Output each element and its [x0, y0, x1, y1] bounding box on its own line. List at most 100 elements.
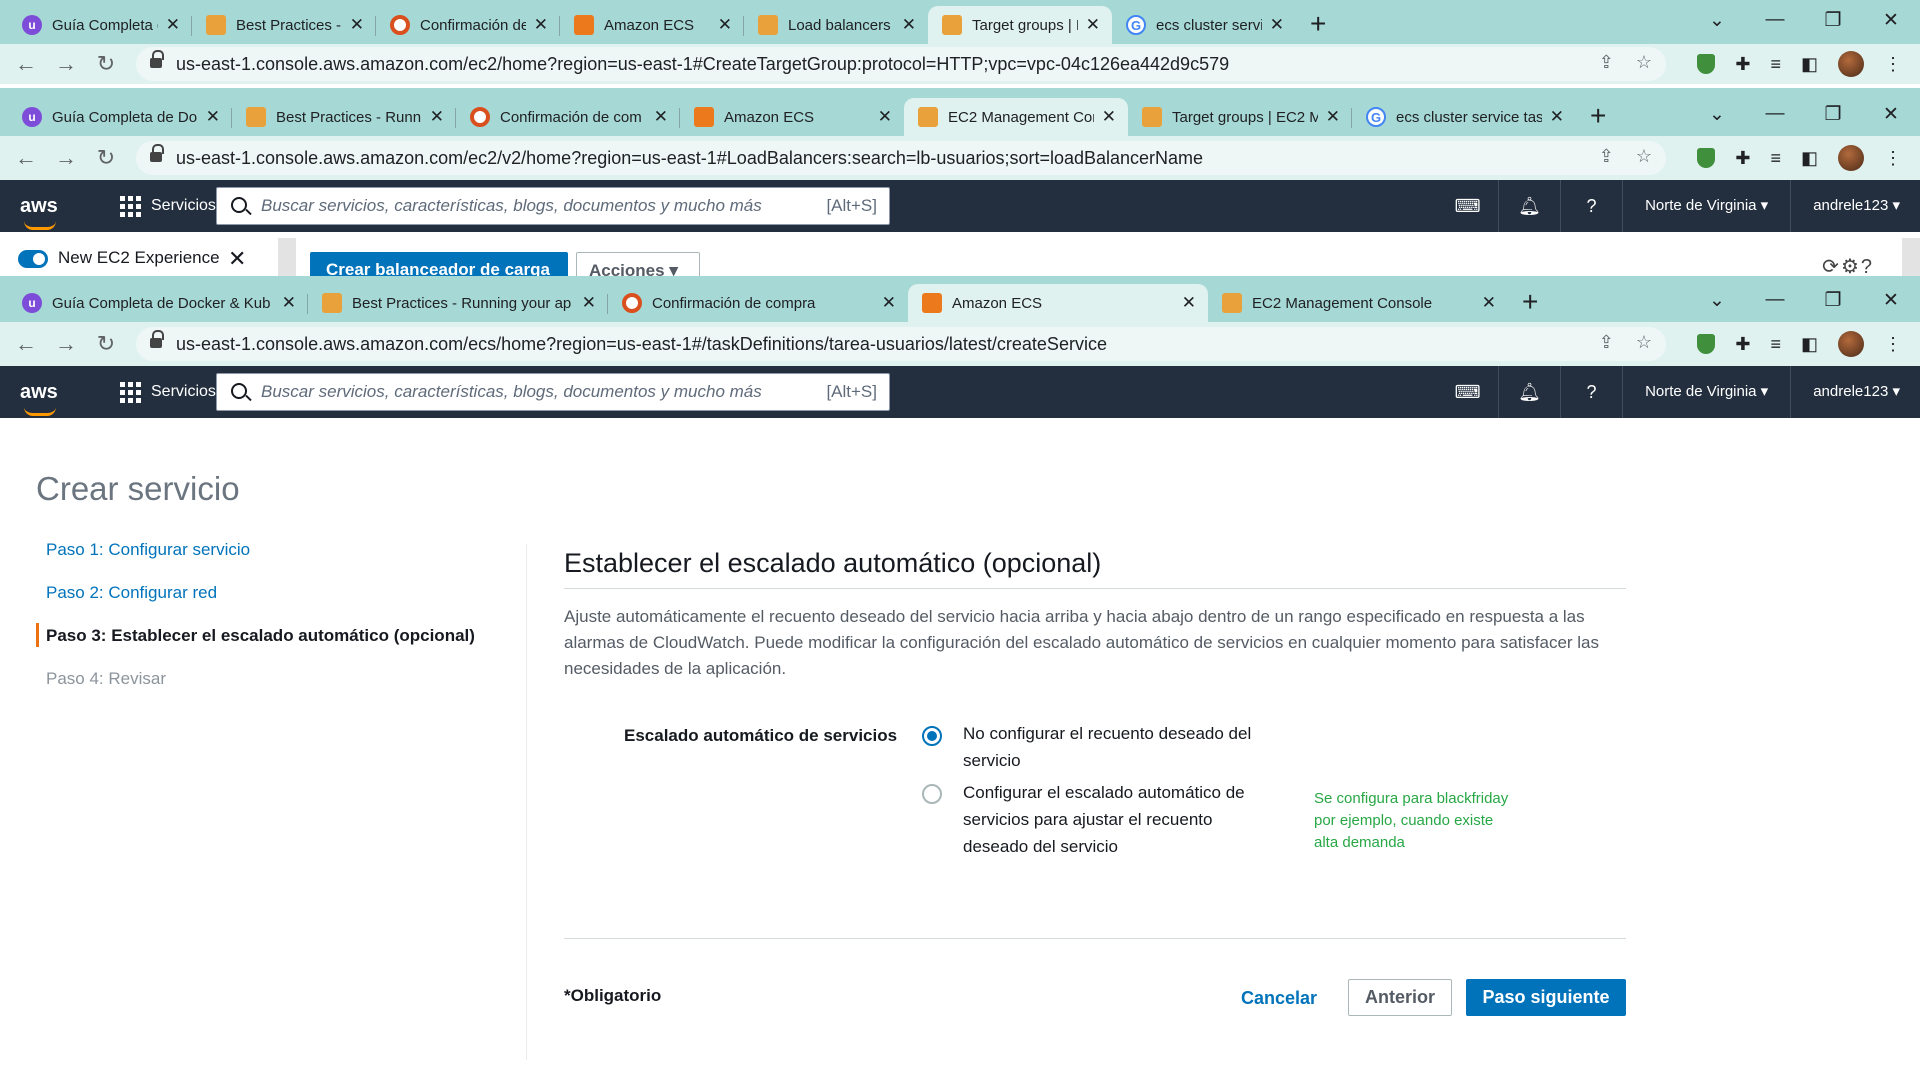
- back-icon[interactable]: ←: [6, 51, 46, 77]
- services-menu[interactable]: Servicios: [120, 381, 216, 403]
- menu-icon[interactable]: ⋮: [1884, 148, 1902, 169]
- shield-extension-icon[interactable]: [1697, 148, 1716, 168]
- new-tab-icon[interactable]: +: [1310, 8, 1326, 40]
- tab[interactable]: Best Practices - Runni ✕: [192, 6, 376, 44]
- profile-avatar[interactable]: [1838, 51, 1864, 77]
- close-icon[interactable]: ✕: [228, 246, 246, 272]
- close-icon[interactable]: ✕: [206, 107, 220, 127]
- side-panel-icon[interactable]: ◧: [1801, 334, 1818, 355]
- menu-icon[interactable]: ⋮: [1884, 54, 1902, 75]
- tab[interactable]: Gecs cluster service tas ✕: [1112, 6, 1296, 44]
- reload-icon[interactable]: ↻: [86, 51, 126, 77]
- close-icon[interactable]: ✕: [1550, 107, 1564, 127]
- tab[interactable]: EC2 Management Console ✕: [1208, 284, 1508, 322]
- new-tab-icon[interactable]: +: [1590, 100, 1606, 132]
- close-window-icon[interactable]: ✕: [1862, 9, 1920, 32]
- close-icon[interactable]: ✕: [430, 107, 444, 127]
- side-panel-icon[interactable]: ◧: [1801, 148, 1818, 169]
- close-icon[interactable]: ✕: [878, 107, 892, 127]
- tab[interactable]: Gecs cluster service tas ✕: [1352, 98, 1576, 136]
- puzzle-icon[interactable]: ✚: [1735, 54, 1750, 75]
- share-icon[interactable]: ⇪: [1599, 146, 1614, 167]
- profile-avatar[interactable]: [1838, 145, 1864, 171]
- cloudshell-icon[interactable]: ⌨: [1437, 180, 1500, 232]
- share-icon[interactable]: ⇪: [1599, 332, 1614, 353]
- tab[interactable]: u Guía Completa de Do ✕: [8, 98, 232, 136]
- profile-avatar[interactable]: [1838, 331, 1864, 357]
- url-bar[interactable]: us-east-1.console.aws.amazon.com/ec2/v2/…: [136, 141, 1666, 175]
- restore-icon[interactable]: ❐: [1804, 9, 1862, 32]
- aws-logo[interactable]: aws: [20, 381, 66, 416]
- option-label[interactable]: No configurar el recuento deseado del se…: [963, 720, 1283, 774]
- close-window-icon[interactable]: ✕: [1862, 103, 1920, 126]
- minimize-icon[interactable]: —: [1746, 103, 1804, 125]
- refresh-icon[interactable]: ⟳: [1822, 256, 1841, 278]
- menu-icon[interactable]: ⋮: [1884, 334, 1902, 355]
- tab[interactable]: Amazon ECS ✕: [680, 98, 904, 136]
- tab[interactable]: Amazon ECS ✕: [560, 6, 744, 44]
- tab-search-icon[interactable]: ⌄: [1688, 103, 1746, 126]
- url-bar[interactable]: us-east-1.console.aws.amazon.com/ec2/hom…: [136, 47, 1666, 81]
- close-icon[interactable]: ✕: [1102, 107, 1116, 127]
- share-icon[interactable]: ⇪: [1599, 52, 1614, 73]
- tab[interactable]: u Guía Completa de Do ✕: [8, 6, 192, 44]
- new-tab-icon[interactable]: +: [1522, 286, 1538, 318]
- help-icon[interactable]: ?: [1861, 256, 1874, 278]
- forward-icon[interactable]: →: [46, 145, 86, 171]
- close-icon[interactable]: ✕: [1086, 15, 1100, 35]
- services-menu[interactable]: Servicios: [120, 195, 216, 217]
- bell-icon[interactable]: 🔔︎: [1499, 180, 1562, 232]
- restore-icon[interactable]: ❐: [1804, 103, 1862, 126]
- back-icon[interactable]: ←: [6, 331, 46, 357]
- help-icon[interactable]: ?: [1561, 366, 1624, 418]
- close-icon[interactable]: ✕: [1182, 293, 1196, 313]
- tab[interactable]: Target groups | EC2 M ✕: [1128, 98, 1352, 136]
- tab-search-icon[interactable]: ⌄: [1688, 289, 1746, 312]
- new-experience-toggle[interactable]: [18, 250, 48, 268]
- close-icon[interactable]: ✕: [654, 107, 668, 127]
- bell-icon[interactable]: 🔔︎: [1499, 366, 1562, 418]
- tab[interactable]: Best Practices - Running your ap ✕: [308, 284, 608, 322]
- tab[interactable]: Load balancers | EC2 M ✕: [744, 6, 928, 44]
- aws-logo[interactable]: aws: [20, 195, 66, 230]
- help-icon[interactable]: ?: [1561, 180, 1624, 232]
- tab[interactable]: Confirmación de compra ✕: [608, 284, 908, 322]
- restore-icon[interactable]: ❐: [1804, 289, 1862, 312]
- step-2-link[interactable]: Paso 2: Configurar red: [36, 583, 516, 626]
- url-bar[interactable]: us-east-1.console.aws.amazon.com/ecs/hom…: [136, 327, 1666, 361]
- close-icon[interactable]: ✕: [1326, 107, 1340, 127]
- media-icon[interactable]: ≡: [1770, 54, 1781, 75]
- reload-icon[interactable]: ↻: [86, 145, 126, 171]
- region-selector[interactable]: Norte de Virginia ▾: [1623, 180, 1792, 232]
- aws-search-input[interactable]: Buscar servicios, características, blogs…: [216, 373, 890, 411]
- step-1-link[interactable]: Paso 1: Configurar servicio: [36, 540, 516, 583]
- puzzle-icon[interactable]: ✚: [1735, 334, 1750, 355]
- close-icon[interactable]: ✕: [534, 15, 548, 35]
- tab-active[interactable]: Target groups | EC2 M ✕: [928, 6, 1112, 44]
- bookmark-star-icon[interactable]: ☆: [1636, 332, 1652, 353]
- close-icon[interactable]: ✕: [166, 15, 180, 35]
- tab-active[interactable]: EC2 Management Cor ✕: [904, 98, 1128, 136]
- bookmark-star-icon[interactable]: ☆: [1636, 52, 1652, 73]
- tab[interactable]: u Guía Completa de Docker & Kub ✕: [8, 284, 308, 322]
- cloudshell-icon[interactable]: ⌨: [1437, 366, 1500, 418]
- scrollbar[interactable]: [278, 238, 296, 278]
- region-selector[interactable]: Norte de Virginia ▾: [1623, 366, 1792, 418]
- close-icon[interactable]: ✕: [902, 15, 916, 35]
- previous-button[interactable]: Anterior: [1348, 979, 1452, 1016]
- close-icon[interactable]: ✕: [582, 293, 596, 313]
- shield-extension-icon[interactable]: [1697, 334, 1716, 354]
- tab[interactable]: Confirmación de com ✕: [376, 6, 560, 44]
- option-label[interactable]: Configurar el escalado automático de ser…: [963, 779, 1281, 860]
- tab-search-icon[interactable]: ⌄: [1688, 9, 1746, 32]
- close-window-icon[interactable]: ✕: [1862, 289, 1920, 312]
- close-icon[interactable]: ✕: [350, 15, 364, 35]
- tab[interactable]: Best Practices - Runni ✕: [232, 98, 456, 136]
- scrollbar[interactable]: [1902, 238, 1920, 278]
- back-icon[interactable]: ←: [6, 145, 46, 171]
- minimize-icon[interactable]: —: [1746, 9, 1804, 31]
- reload-icon[interactable]: ↻: [86, 331, 126, 357]
- tab-active[interactable]: Amazon ECS ✕: [908, 284, 1208, 322]
- user-menu[interactable]: andrele123 ▾: [1791, 366, 1900, 418]
- create-load-balancer-button[interactable]: Crear balanceador de carga: [310, 252, 568, 278]
